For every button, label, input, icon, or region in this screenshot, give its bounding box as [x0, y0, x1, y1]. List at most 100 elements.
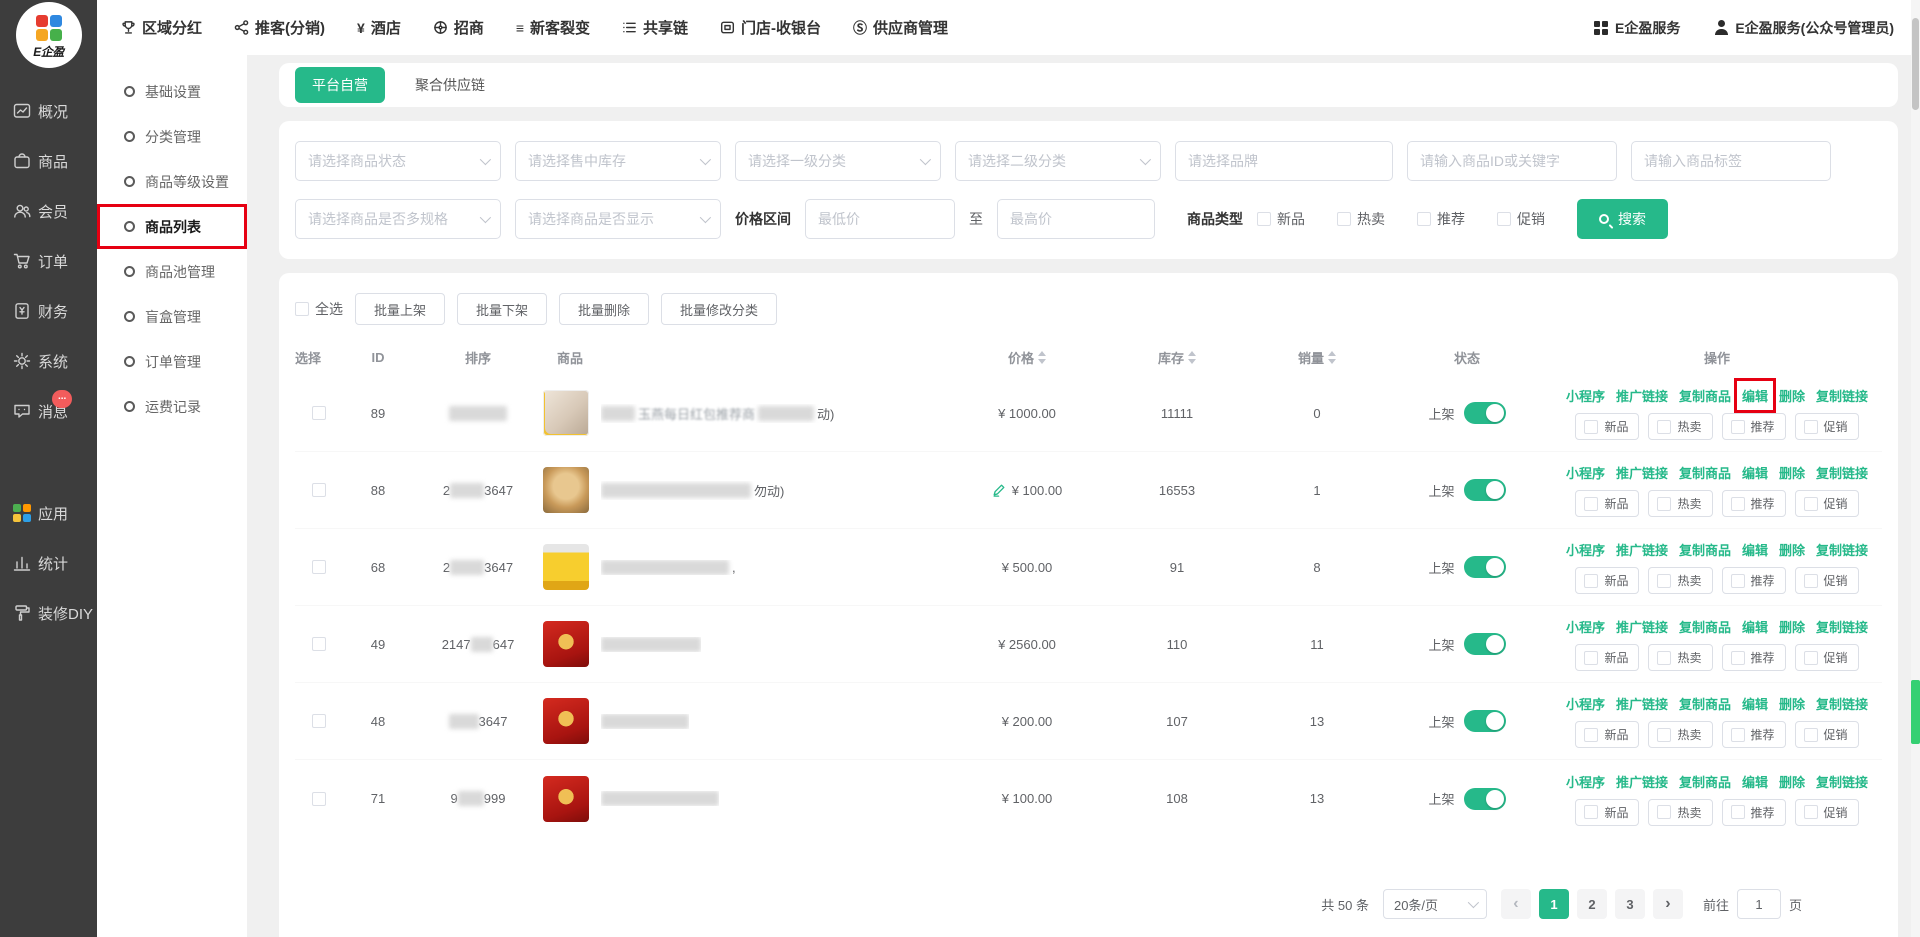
tag-checkbox-promo[interactable]: 促销 — [1795, 799, 1859, 826]
copy-url-link[interactable]: 复制链接 — [1816, 463, 1868, 482]
tag-checkbox-recommend[interactable]: 推荐 — [1722, 490, 1786, 517]
select-multi-spec[interactable]: 请选择商品是否多规格 — [295, 199, 501, 239]
select-goods-status[interactable]: 请选择商品状态 — [295, 141, 501, 181]
checkbox-icon[interactable] — [1417, 212, 1431, 226]
nav-item-supplier[interactable]: Ⓢ 供应商管理 — [853, 17, 948, 38]
copy-url-link[interactable]: 复制链接 — [1816, 540, 1868, 559]
edit-price-icon[interactable] — [992, 483, 1006, 497]
delete-link[interactable]: 删除 — [1779, 617, 1805, 636]
checkbox-icon[interactable] — [1657, 574, 1671, 588]
checkbox-icon[interactable] — [1657, 497, 1671, 511]
nav-item-investment[interactable]: 招商 — [433, 17, 484, 38]
tag-checkbox-recommend[interactable]: 推荐 — [1722, 799, 1786, 826]
edit-link[interactable]: 编辑 — [1742, 772, 1768, 791]
checkbox-icon[interactable] — [1584, 651, 1598, 665]
status-toggle[interactable] — [1464, 556, 1506, 578]
submenu-item-goods-list[interactable]: 商品列表 — [97, 204, 247, 249]
promo-link[interactable]: 推广链接 — [1616, 540, 1668, 559]
tag-checkbox-promo[interactable]: 促销 — [1795, 721, 1859, 748]
checkbox-icon[interactable] — [1657, 728, 1671, 742]
sort-caret[interactable] — [1038, 351, 1046, 364]
promo-link[interactable]: 推广链接 — [1616, 694, 1668, 713]
status-toggle[interactable] — [1464, 633, 1506, 655]
nav-item-fission[interactable]: ≡ 新客裂变 — [516, 17, 590, 38]
submenu-item-freight-record[interactable]: 运费记录 — [97, 384, 247, 429]
checkbox-icon[interactable] — [1804, 728, 1818, 742]
copy-url-link[interactable]: 复制链接 — [1816, 386, 1868, 405]
brand-input[interactable] — [1175, 141, 1393, 181]
scrollbar-thumb[interactable] — [1912, 18, 1919, 110]
prev-page-button[interactable]: ‹ — [1501, 889, 1531, 919]
copy-url-link[interactable]: 复制链接 — [1816, 617, 1868, 636]
service-entry[interactable]: E企盈服务 — [1594, 18, 1680, 38]
checkbox-icon[interactable] — [1657, 651, 1671, 665]
submenu-item-basic-settings[interactable]: 基础设置 — [97, 69, 247, 114]
submenu-item-category[interactable]: 分类管理 — [97, 114, 247, 159]
tag-checkbox-promo[interactable]: 促销 — [1795, 490, 1859, 517]
tag-checkbox-hot[interactable]: 热卖 — [1648, 413, 1712, 440]
tag-checkbox-hot[interactable]: 热卖 — [1648, 721, 1712, 748]
page-button-3[interactable]: 3 — [1615, 889, 1645, 919]
tag-checkbox-promo[interactable]: 促销 — [1795, 413, 1859, 440]
sidebar-item-diy[interactable]: 装修DIY — [0, 588, 97, 638]
tag-checkbox-recommend[interactable]: 推荐 — [1722, 413, 1786, 440]
sidebar-item-goods[interactable]: 商品 — [0, 136, 97, 186]
edit-link[interactable]: 编辑 — [1742, 386, 1768, 405]
checkbox-icon[interactable] — [1584, 420, 1598, 434]
goto-page-input[interactable] — [1737, 889, 1781, 919]
row-checkbox[interactable] — [312, 792, 326, 806]
submenu-item-goods-level[interactable]: 商品等级设置 — [97, 159, 247, 204]
tag-checkbox-new[interactable]: 新品 — [1575, 413, 1639, 440]
copy-goods-link[interactable]: 复制商品 — [1679, 617, 1731, 636]
tab-platform-self-operated[interactable]: 平台自营 — [295, 67, 385, 103]
checkbox-icon[interactable] — [1731, 805, 1745, 819]
tag-checkbox-hot[interactable]: 热卖 — [1648, 567, 1712, 594]
sidebar-item-system[interactable]: 系统 — [0, 336, 97, 386]
sidebar-item-apps[interactable]: 应用 — [0, 488, 97, 538]
sidebar-item-overview[interactable]: 概况 — [0, 86, 97, 136]
tag-checkbox-new[interactable]: 新品 — [1575, 567, 1639, 594]
miniprogram-link[interactable]: 小程序 — [1566, 617, 1605, 636]
checkbox-icon[interactable] — [1257, 212, 1271, 226]
copy-url-link[interactable]: 复制链接 — [1816, 772, 1868, 791]
promo-link[interactable]: 推广链接 — [1616, 772, 1668, 791]
nav-item-region-dividend[interactable]: 区域分红 — [121, 17, 202, 38]
submenu-item-goods-pool[interactable]: 商品池管理 — [97, 249, 247, 294]
edit-link[interactable]: 编辑 — [1742, 617, 1768, 636]
search-button[interactable]: 搜索 — [1577, 199, 1668, 239]
checkbox-icon[interactable] — [1584, 728, 1598, 742]
checkbox-icon[interactable] — [1804, 805, 1818, 819]
nav-item-store-cashier[interactable]: 门店-收银台 — [720, 17, 821, 38]
select-level1-category[interactable]: 请选择一级分类 — [735, 141, 941, 181]
row-checkbox[interactable] — [312, 406, 326, 420]
tab-aggregated-supply-chain[interactable]: 聚合供应链 — [415, 75, 485, 95]
sidebar-item-order[interactable]: 订单 — [0, 236, 97, 286]
copy-goods-link[interactable]: 复制商品 — [1679, 386, 1731, 405]
delete-link[interactable]: 删除 — [1779, 386, 1805, 405]
next-page-button[interactable]: › — [1653, 889, 1683, 919]
tag-checkbox-recommend[interactable]: 推荐 — [1722, 567, 1786, 594]
tag-checkbox-recommend[interactable]: 推荐 — [1722, 721, 1786, 748]
tag-checkbox-new[interactable]: 新品 — [1575, 721, 1639, 748]
checkbox-icon[interactable] — [1584, 497, 1598, 511]
miniprogram-link[interactable]: 小程序 — [1566, 386, 1605, 405]
goods-tag-input[interactable] — [1631, 141, 1831, 181]
tag-checkbox-new[interactable]: 新品 — [1575, 644, 1639, 671]
type-checkbox-promo[interactable]: 促销 — [1497, 209, 1545, 229]
promo-link[interactable]: 推广链接 — [1616, 386, 1668, 405]
min-price-input[interactable] — [805, 199, 955, 239]
promo-link[interactable]: 推广链接 — [1616, 617, 1668, 636]
checkbox-icon[interactable] — [1657, 805, 1671, 819]
promo-link[interactable]: 推广链接 — [1616, 463, 1668, 482]
checkbox-icon[interactable] — [1584, 574, 1598, 588]
copy-url-link[interactable]: 复制链接 — [1816, 694, 1868, 713]
checkbox-icon[interactable] — [1804, 574, 1818, 588]
status-toggle[interactable] — [1464, 402, 1506, 424]
sidebar-item-finance[interactable]: 财务 — [0, 286, 97, 336]
bulk-delete-button[interactable]: 批量删除 — [559, 293, 649, 325]
page-size-select[interactable]: 20条/页 — [1383, 889, 1487, 919]
tag-checkbox-hot[interactable]: 热卖 — [1648, 490, 1712, 517]
tag-checkbox-hot[interactable]: 热卖 — [1648, 644, 1712, 671]
submenu-item-blind-box[interactable]: 盲盒管理 — [97, 294, 247, 339]
delete-link[interactable]: 删除 — [1779, 772, 1805, 791]
